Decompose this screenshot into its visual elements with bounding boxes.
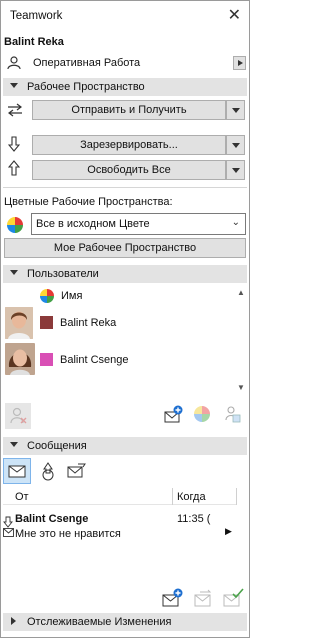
messages-header: От Когда [3, 488, 237, 505]
avatar [5, 307, 33, 339]
issues-tab-icon[interactable] [38, 461, 58, 481]
color-workspaces-select[interactable]: Все в исходном Цвете ⌄ [31, 213, 246, 235]
users-list: Имя Balint Reka Balint Csenge ▲ ▼ [3, 285, 247, 395]
expand-triangle-icon [11, 617, 16, 625]
title-bar: Teamwork ✕ [1, 1, 249, 31]
avatar [5, 343, 35, 375]
sent-tab-icon[interactable] [66, 461, 86, 481]
user-row[interactable]: Balint Reka [3, 306, 233, 340]
new-message-icon[interactable] [162, 588, 184, 608]
color-workspaces-selected: Все в исходном Цвете [36, 218, 150, 230]
color-wheel-icon [6, 216, 24, 234]
divider [3, 187, 247, 188]
send-receive-icon [7, 103, 23, 117]
message-sender: Balint Csenge [15, 513, 89, 525]
section-messages[interactable]: Сообщения [3, 437, 247, 455]
users-scrollbar[interactable]: ▲ ▼ [234, 285, 247, 395]
user-name-label: Balint Csenge [60, 354, 129, 366]
user-color-swatch [40, 353, 53, 366]
reserve-dropdown[interactable] [226, 135, 245, 155]
scroll-down-icon[interactable]: ▼ [237, 383, 245, 392]
column-when[interactable]: Когда [177, 491, 206, 503]
inbox-tab[interactable] [3, 458, 31, 484]
my-workspace-button[interactable]: Мое Рабочее Пространство [4, 238, 246, 258]
close-icon[interactable]: ✕ [228, 5, 241, 25]
section-tracked-changes-title: Отслеживаемые Изменения [27, 616, 172, 628]
collapse-triangle-icon [10, 83, 18, 88]
release-icon [7, 160, 21, 176]
user-mode-icon [6, 56, 22, 70]
incoming-arrow-icon [3, 516, 13, 528]
reply-message-icon[interactable] [192, 588, 214, 608]
user-mode-expand-button[interactable] [233, 56, 246, 70]
column-separator [236, 488, 237, 505]
window-title: Teamwork [10, 10, 63, 22]
reserve-button[interactable]: Зарезервировать... [32, 135, 226, 155]
chevron-down-icon: ⌄ [231, 217, 240, 228]
send-message-to-user-icon[interactable] [164, 405, 184, 425]
users-column-name: Имя [61, 290, 83, 302]
collapse-triangle-icon [10, 442, 18, 447]
mark-done-icon[interactable] [222, 588, 244, 608]
user-name: Balint Reka [4, 36, 64, 48]
message-envelope-icon [3, 528, 14, 537]
color-column-icon [39, 288, 55, 304]
release-dropdown[interactable] [226, 160, 245, 180]
messages-list: От Когда Balint Csenge 11:35 ( Мне это н… [3, 488, 247, 580]
release-all-button[interactable]: Освободить Все [32, 160, 226, 180]
column-separator [172, 488, 173, 505]
user-details-icon[interactable] [223, 405, 241, 423]
message-row[interactable]: Balint Csenge 11:35 ( Мне это не нравитс… [3, 510, 237, 544]
section-users[interactable]: Пользователи [3, 265, 247, 283]
color-workspaces-label: Цветные Рабочие Пространства: [4, 196, 173, 208]
section-messages-title: Сообщения [27, 440, 87, 452]
user-color-swatch [40, 316, 53, 329]
user-color-icon[interactable] [193, 405, 211, 423]
section-workspace[interactable]: Рабочее Пространство [3, 78, 247, 96]
send-receive-dropdown[interactable] [226, 100, 245, 120]
message-time: 11:35 ( [177, 513, 211, 525]
reserve-icon [7, 136, 21, 152]
section-users-title: Пользователи [27, 268, 99, 280]
collapse-triangle-icon [10, 270, 18, 275]
user-row[interactable]: Balint Csenge [3, 342, 233, 376]
remove-user-button[interactable] [5, 403, 31, 429]
section-workspace-title: Рабочее Пространство [27, 81, 145, 93]
message-text: Мне это не нравится [15, 528, 121, 540]
send-receive-button[interactable]: Отправить и Получить [32, 100, 226, 120]
scroll-up-icon[interactable]: ▲ [237, 288, 245, 297]
column-from[interactable]: От [15, 491, 29, 503]
message-expand-icon[interactable]: ▶ [225, 526, 232, 537]
user-name-label: Balint Reka [60, 317, 117, 329]
user-mode-label: Оперативная Работа [33, 57, 141, 69]
section-tracked-changes[interactable]: Отслеживаемые Изменения [3, 613, 247, 631]
